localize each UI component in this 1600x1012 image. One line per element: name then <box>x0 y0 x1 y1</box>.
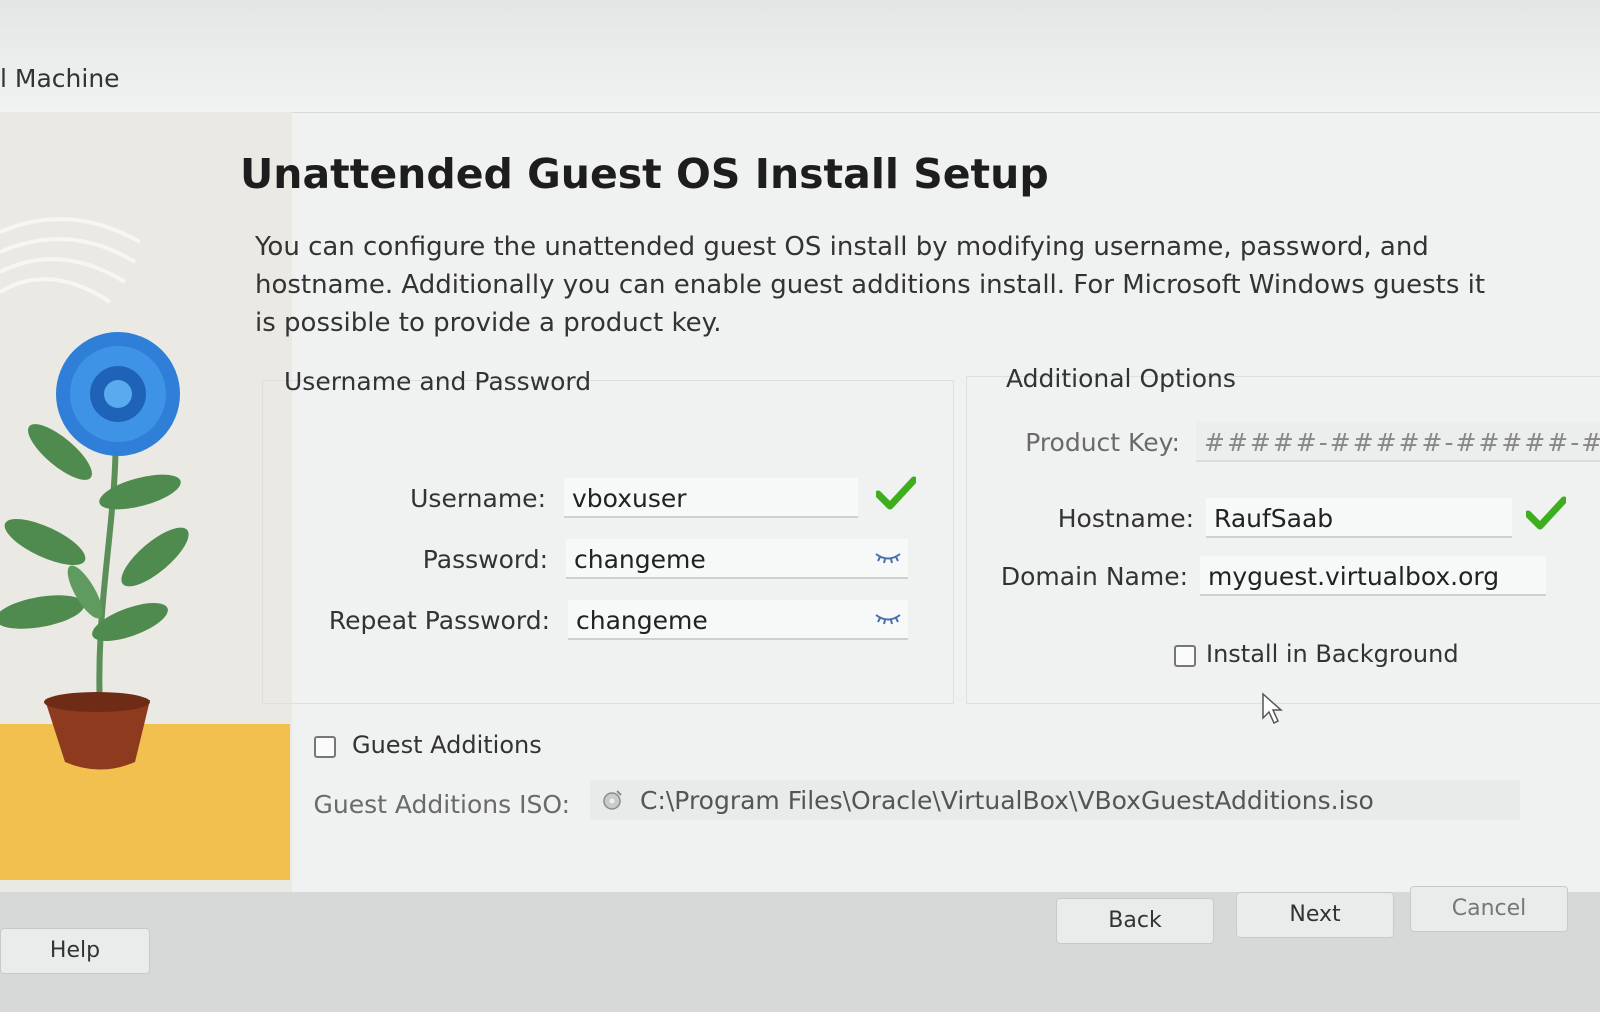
install-background-checkbox[interactable] <box>1174 645 1196 667</box>
hostname-label: Hostname: <box>1057 504 1194 533</box>
window-titlebar: l Machine <box>0 0 1600 113</box>
repeat-password-label: Repeat Password: <box>328 606 550 635</box>
repeat-password-input[interactable]: changeme <box>568 600 908 640</box>
domain-name-input[interactable]: myguest.virtualbox.org <box>1200 556 1546 596</box>
product-key-label: Product Key: <box>1025 428 1180 457</box>
guest-additions-checkbox[interactable] <box>314 736 336 758</box>
password-input[interactable]: changeme <box>566 539 908 579</box>
username-label: Username: <box>410 484 546 513</box>
page-description: You can configure the unattended guest O… <box>255 232 1486 338</box>
mouse-cursor-icon <box>1262 692 1283 725</box>
wizard-footer: Help Back Next Cancel <box>0 886 1600 1012</box>
disc-icon <box>603 790 622 810</box>
wizard-page: Unattended Guest OS Install Setup You ca… <box>240 112 1600 892</box>
additional-options-group-title: Additional Options <box>1006 364 1236 393</box>
guest-additions-iso-label: Guest Additions ISO: <box>313 790 570 819</box>
guest-additions-label[interactable]: Guest Additions <box>352 731 542 759</box>
page-title: Unattended Guest OS Install Setup <box>240 150 1049 198</box>
hostname-input[interactable]: RaufSaab <box>1206 498 1512 538</box>
next-button[interactable]: Next <box>1236 892 1394 938</box>
product-key-input[interactable]: #####-#####-#####-#### <box>1196 422 1600 462</box>
domain-name-label: Domain Name: <box>1000 562 1188 591</box>
install-background-label[interactable]: Install in Background <box>1206 640 1459 668</box>
back-button[interactable]: Back <box>1056 898 1214 944</box>
guest-additions-iso-path: C:\Program Files\Oracle\VirtualBox\VBoxG… <box>640 786 1374 815</box>
help-button[interactable]: Help <box>0 928 150 974</box>
repeat-password-value: changeme <box>576 606 708 635</box>
password-value: changeme <box>574 545 706 574</box>
eye-icon[interactable] <box>874 612 902 626</box>
eye-icon[interactable] <box>874 551 902 565</box>
cancel-button[interactable]: Cancel <box>1410 886 1568 932</box>
window-title: l Machine <box>0 64 120 93</box>
guest-additions-iso-selector[interactable]: C:\Program Files\Oracle\VirtualBox\VBoxG… <box>590 780 1520 820</box>
username-password-group-title: Username and Password <box>284 367 592 396</box>
password-label: Password: <box>422 545 548 574</box>
checkmark-icon <box>1526 496 1566 530</box>
username-input[interactable]: vboxuser <box>564 478 858 518</box>
checkmark-icon <box>876 476 916 510</box>
